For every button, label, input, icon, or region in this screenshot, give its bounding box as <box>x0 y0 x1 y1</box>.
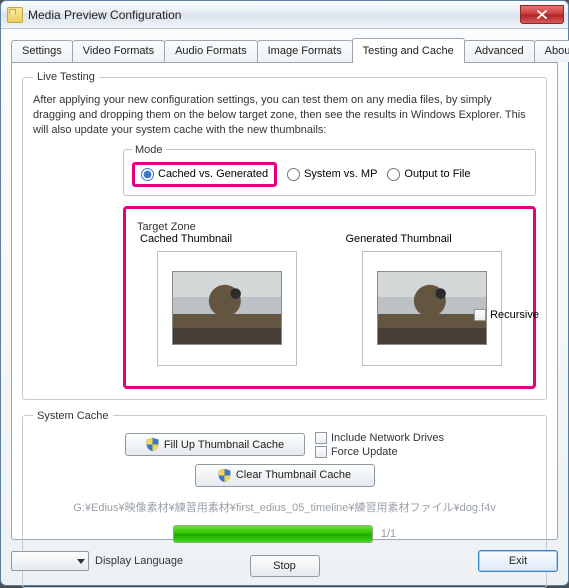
generated-thumbnail-image <box>377 271 487 345</box>
exit-button-label: Exit <box>509 555 527 567</box>
clear-thumbnail-cache-button[interactable]: Clear Thumbnail Cache <box>195 464 375 487</box>
tab-image-formats[interactable]: Image Formats <box>257 40 353 62</box>
tab-advanced[interactable]: Advanced <box>464 40 535 62</box>
cached-thumbnail-column: Cached Thumbnail <box>134 233 320 366</box>
display-language-dropdown[interactable] <box>11 551 89 571</box>
target-zone-legend: Target Zone <box>134 221 199 233</box>
close-icon <box>537 10 547 19</box>
chevron-down-icon <box>77 559 85 564</box>
radio-output-to-file[interactable]: Output to File <box>387 168 470 181</box>
include-network-drives-checkbox[interactable]: Include Network Drives <box>315 432 444 444</box>
progress-bar-fill <box>174 526 372 542</box>
mode-group: Mode Cached vs. Generated System vs. MP <box>123 144 536 196</box>
close-button[interactable] <box>520 5 564 24</box>
recursive-checkbox-box[interactable] <box>474 309 486 321</box>
progress-bar <box>173 525 373 543</box>
recursive-checkbox[interactable]: Recursive <box>474 309 539 321</box>
radio-output-to-file-label: Output to File <box>404 168 470 180</box>
tab-settings[interactable]: Settings <box>11 40 73 62</box>
cached-thumbnail-dropzone[interactable] <box>157 251 297 366</box>
fill-thumbnail-cache-label: Fill Up Thumbnail Cache <box>164 439 284 451</box>
exit-button[interactable]: Exit <box>478 550 558 572</box>
mode-legend: Mode <box>132 144 166 156</box>
radio-cached-vs-generated-label: Cached vs. Generated <box>158 168 268 180</box>
recursive-checkbox-label: Recursive <box>490 309 539 321</box>
shield-icon <box>218 468 231 483</box>
radio-output-to-file-input[interactable] <box>387 168 400 181</box>
tab-about[interactable]: About... <box>534 40 569 62</box>
radio-system-vs-mp-input[interactable] <box>287 168 300 181</box>
tab-row: Settings Video Formats Audio Formats Ima… <box>11 37 558 63</box>
system-cache-legend: System Cache <box>33 410 113 422</box>
tab-testing-cache[interactable]: Testing and Cache <box>352 38 465 63</box>
tab-video-formats[interactable]: Video Formats <box>72 40 165 62</box>
live-testing-description: After applying your new configuration se… <box>33 93 536 138</box>
target-zone-highlight: Target Zone Cached Thumbnail Generated T… <box>123 206 536 389</box>
live-testing-legend: Live Testing <box>33 71 99 83</box>
radio-system-vs-mp[interactable]: System vs. MP <box>287 168 377 181</box>
force-update-box[interactable] <box>315 446 327 458</box>
include-network-drives-label: Include Network Drives <box>331 432 444 444</box>
clear-thumbnail-cache-label: Clear Thumbnail Cache <box>236 469 351 481</box>
display-language-label: Display Language <box>95 555 183 567</box>
radio-cached-vs-generated[interactable]: Cached vs. Generated <box>141 168 268 181</box>
titlebar: Media Preview Configuration <box>1 1 568 29</box>
radio-system-vs-mp-label: System vs. MP <box>304 168 377 180</box>
mode-highlight: Cached vs. Generated <box>132 162 277 187</box>
window-title: Media Preview Configuration <box>28 8 520 22</box>
progress-count: 1/1 <box>381 528 396 540</box>
fill-thumbnail-cache-button[interactable]: Fill Up Thumbnail Cache <box>125 433 305 456</box>
live-testing-group: Live Testing After applying your new con… <box>22 71 547 400</box>
cached-thumbnail-image <box>172 271 282 345</box>
window: Media Preview Configuration Settings Vid… <box>0 0 569 586</box>
cache-path-text: G:¥Edius¥映像素材¥練習用素材¥first_edius_05_timel… <box>33 499 536 515</box>
tab-audio-formats[interactable]: Audio Formats <box>164 40 258 62</box>
bottom-bar: Display Language Exit <box>11 547 558 575</box>
force-update-label: Force Update <box>331 446 398 458</box>
target-zone-group: Target Zone Cached Thumbnail Generated T… <box>134 221 525 366</box>
force-update-checkbox[interactable]: Force Update <box>315 446 444 458</box>
app-icon <box>7 7 23 23</box>
include-network-drives-box[interactable] <box>315 432 327 444</box>
cached-thumbnail-label: Cached Thumbnail <box>140 233 232 245</box>
shield-icon <box>146 437 159 452</box>
content: Settings Video Formats Audio Formats Ima… <box>1 29 568 550</box>
generated-thumbnail-column: Generated Thumbnail <box>340 233 526 366</box>
generated-thumbnail-label: Generated Thumbnail <box>346 233 452 245</box>
radio-cached-vs-generated-input[interactable] <box>141 168 154 181</box>
tab-page: Live Testing After applying your new con… <box>11 62 558 540</box>
